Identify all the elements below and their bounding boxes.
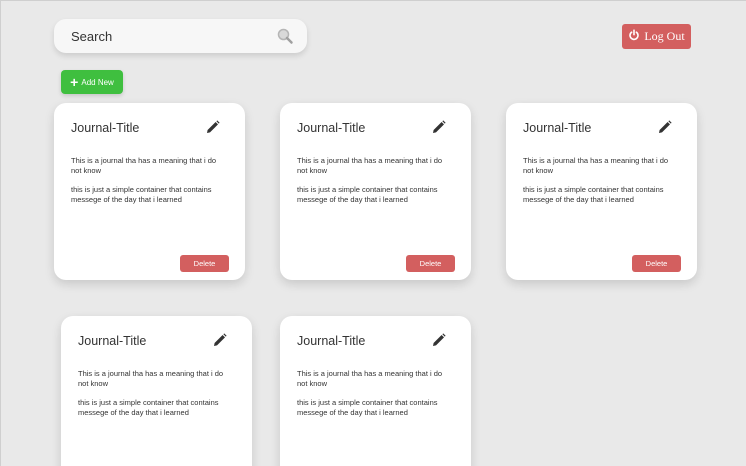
journal-card: Journal-Title This is a journal tha has … — [61, 316, 252, 466]
card-title: Journal-Title — [523, 121, 592, 135]
pencil-icon[interactable] — [206, 120, 220, 134]
logout-label: Log Out — [644, 29, 685, 43]
search-bar[interactable] — [54, 19, 307, 53]
journal-card: Journal-Title This is a journal tha has … — [280, 316, 471, 466]
card-text: This is a journal tha has a meaning that… — [297, 369, 443, 388]
card-text: This is a journal tha has a meaning that… — [71, 156, 217, 175]
search-input[interactable] — [71, 28, 275, 44]
add-new-label: Add New — [81, 77, 114, 87]
card-title: Journal-Title — [297, 334, 366, 348]
journal-card: Journal-Title This is a journal tha has … — [54, 103, 245, 280]
search-icon[interactable] — [275, 26, 295, 46]
card-title: Journal-Title — [71, 121, 140, 135]
delete-button[interactable]: Delete — [180, 255, 229, 272]
plus-icon: + — [70, 74, 79, 90]
add-new-button[interactable]: + Add New — [61, 70, 123, 94]
card-text: this is just a simple container that con… — [297, 185, 438, 204]
delete-button[interactable]: Delete — [632, 255, 681, 272]
card-text: This is a journal tha has a meaning that… — [78, 369, 224, 388]
pencil-icon[interactable] — [213, 333, 227, 347]
card-text: This is a journal tha has a meaning that… — [297, 156, 443, 175]
pencil-icon[interactable] — [658, 120, 672, 134]
journal-card: Journal-Title This is a journal tha has … — [506, 103, 697, 280]
logout-button[interactable]: Log Out — [622, 24, 691, 49]
card-title: Journal-Title — [297, 121, 366, 135]
card-text: this is just a simple container that con… — [78, 398, 219, 417]
card-text: This is a journal tha has a meaning that… — [523, 156, 669, 175]
pencil-icon[interactable] — [432, 120, 446, 134]
card-text: this is just a simple container that con… — [297, 398, 438, 417]
card-text: this is just a simple container that con… — [523, 185, 664, 204]
journal-card: Journal-Title This is a journal tha has … — [280, 103, 471, 280]
card-text: this is just a simple container that con… — [71, 185, 212, 204]
power-icon — [628, 28, 640, 45]
card-title: Journal-Title — [78, 334, 147, 348]
delete-button[interactable]: Delete — [406, 255, 455, 272]
pencil-icon[interactable] — [432, 333, 446, 347]
